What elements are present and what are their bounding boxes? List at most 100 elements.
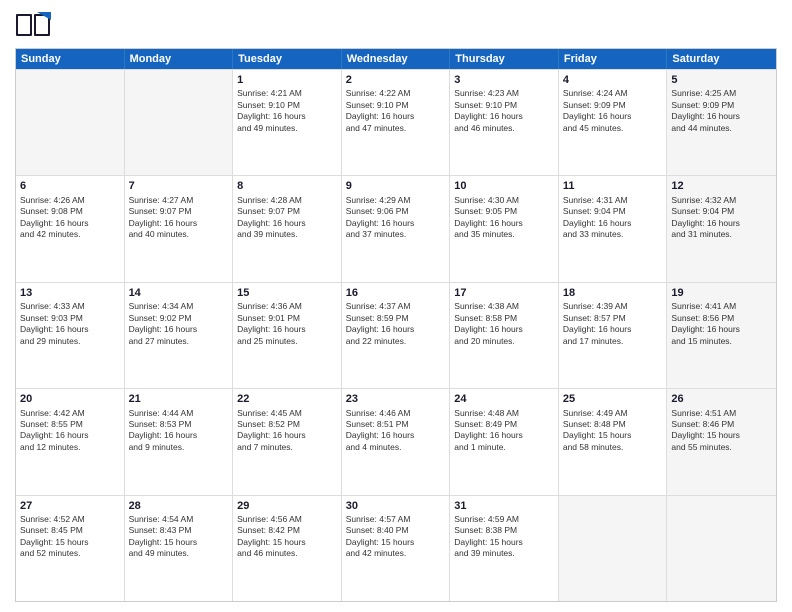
calendar-cell: 10 Sunrise: 4:30 AM Sunset: 9:05 PM Dayli… [450, 176, 559, 281]
day-info: Sunrise: 4:45 AM Sunset: 8:52 PM Dayligh… [237, 408, 337, 454]
day-info: Sunrise: 4:34 AM Sunset: 9:02 PM Dayligh… [129, 301, 229, 347]
weekday-header: Thursday [450, 49, 559, 69]
day-number: 8 [237, 179, 337, 193]
day-number: 29 [237, 499, 337, 513]
day-number: 31 [454, 499, 554, 513]
day-number: 11 [563, 179, 663, 193]
calendar-cell: 7 Sunrise: 4:27 AM Sunset: 9:07 PM Daylig… [125, 176, 234, 281]
calendar-cell: 18Sunrise: 4:39 AM Sunset: 8:57 PM Dayli… [559, 283, 668, 388]
day-number: 30 [346, 499, 446, 513]
day-info: Sunrise: 4:25 AM Sunset: 9:09 PM Dayligh… [671, 88, 772, 134]
day-number: 7 [129, 179, 229, 193]
calendar-cell: 6Sunrise: 4:26 AM Sunset: 9:08 PM Daylig… [16, 176, 125, 281]
day-number: 20 [20, 392, 120, 406]
day-info: Sunrise: 4:49 AM Sunset: 8:48 PM Dayligh… [563, 408, 663, 454]
day-number: 25 [563, 392, 663, 406]
day-info: Sunrise: 4:33 AM Sunset: 9:03 PM Dayligh… [20, 301, 120, 347]
day-number: 12 [671, 179, 772, 193]
calendar-cell: 24Sunrise: 4:48 AM Sunset: 8:49 PM Dayli… [450, 389, 559, 494]
day-info: Sunrise: 4:42 AM Sunset: 8:55 PM Dayligh… [20, 408, 120, 454]
day-number: 24 [454, 392, 554, 406]
calendar-cell: 25 Sunrise: 4:49 AM Sunset: 8:48 PM Dayli… [559, 389, 668, 494]
header [15, 10, 777, 40]
day-info: Sunrise: 4:36 AM Sunset: 9:01 PM Dayligh… [237, 301, 337, 347]
weekday-header: Tuesday [233, 49, 342, 69]
calendar-body: 1Sunrise: 4:21 AM Sunset: 9:10 PM Daylig… [16, 69, 776, 601]
logo [15, 10, 55, 40]
calendar-row: 20 Sunrise: 4:42 AM Sunset: 8:55 PM Dayli… [16, 388, 776, 494]
calendar-cell: 16Sunrise: 4:37 AM Sunset: 8:59 PM Dayli… [342, 283, 451, 388]
calendar-cell: 15Sunrise: 4:36 AM Sunset: 9:01 PM Dayli… [233, 283, 342, 388]
calendar-cell [667, 496, 776, 601]
weekday-header: Saturday [667, 49, 776, 69]
day-number: 17 [454, 286, 554, 300]
calendar-cell: 23 Sunrise: 4:46 AM Sunset: 8:51 PM Dayli… [342, 389, 451, 494]
day-info: Sunrise: 4:38 AM Sunset: 8:58 PM Dayligh… [454, 301, 554, 347]
calendar-cell: 1Sunrise: 4:21 AM Sunset: 9:10 PM Daylig… [233, 70, 342, 175]
calendar-cell: 12 Sunrise: 4:32 AM Sunset: 9:04 PM Dayli… [667, 176, 776, 281]
calendar-cell: 30Sunrise: 4:57 AM Sunset: 8:40 PM Dayli… [342, 496, 451, 601]
calendar-cell: 22 Sunrise: 4:45 AM Sunset: 8:52 PM Dayli… [233, 389, 342, 494]
day-info: Sunrise: 4:39 AM Sunset: 8:57 PM Dayligh… [563, 301, 663, 347]
calendar: SundayMondayTuesdayWednesdayThursdayFrid… [15, 48, 777, 602]
day-number: 10 [454, 179, 554, 193]
logo-icon [15, 10, 51, 40]
day-number: 18 [563, 286, 663, 300]
day-info: Sunrise: 4:30 AM Sunset: 9:05 PM Dayligh… [454, 195, 554, 241]
day-number: 14 [129, 286, 229, 300]
calendar-cell: 27Sunrise: 4:52 AM Sunset: 8:45 PM Dayli… [16, 496, 125, 601]
calendar-cell: 31Sunrise: 4:59 AM Sunset: 8:38 PM Dayli… [450, 496, 559, 601]
day-info: Sunrise: 4:29 AM Sunset: 9:06 PM Dayligh… [346, 195, 446, 241]
day-number: 27 [20, 499, 120, 513]
day-number: 6 [20, 179, 120, 193]
day-info: Sunrise: 4:37 AM Sunset: 8:59 PM Dayligh… [346, 301, 446, 347]
day-number: 2 [346, 73, 446, 87]
calendar-cell: 11 Sunrise: 4:31 AM Sunset: 9:04 PM Dayli… [559, 176, 668, 281]
calendar-cell: 4Sunrise: 4:24 AM Sunset: 9:09 PM Daylig… [559, 70, 668, 175]
day-number: 26 [671, 392, 772, 406]
day-number: 19 [671, 286, 772, 300]
calendar-cell: 17Sunrise: 4:38 AM Sunset: 8:58 PM Dayli… [450, 283, 559, 388]
day-info: Sunrise: 4:56 AM Sunset: 8:42 PM Dayligh… [237, 514, 337, 560]
day-info: Sunrise: 4:52 AM Sunset: 8:45 PM Dayligh… [20, 514, 120, 560]
day-info: Sunrise: 4:46 AM Sunset: 8:51 PM Dayligh… [346, 408, 446, 454]
calendar-header: SundayMondayTuesdayWednesdayThursdayFrid… [16, 49, 776, 69]
calendar-cell: 2Sunrise: 4:22 AM Sunset: 9:10 PM Daylig… [342, 70, 451, 175]
calendar-row: 1Sunrise: 4:21 AM Sunset: 9:10 PM Daylig… [16, 69, 776, 175]
day-number: 4 [563, 73, 663, 87]
day-number: 9 [346, 179, 446, 193]
calendar-row: 6Sunrise: 4:26 AM Sunset: 9:08 PM Daylig… [16, 175, 776, 281]
calendar-cell: 13Sunrise: 4:33 AM Sunset: 9:03 PM Dayli… [16, 283, 125, 388]
day-info: Sunrise: 4:59 AM Sunset: 8:38 PM Dayligh… [454, 514, 554, 560]
day-number: 21 [129, 392, 229, 406]
weekday-header: Wednesday [342, 49, 451, 69]
day-info: Sunrise: 4:41 AM Sunset: 8:56 PM Dayligh… [671, 301, 772, 347]
day-info: Sunrise: 4:27 AM Sunset: 9:07 PM Dayligh… [129, 195, 229, 241]
day-info: Sunrise: 4:23 AM Sunset: 9:10 PM Dayligh… [454, 88, 554, 134]
calendar-cell [16, 70, 125, 175]
day-number: 22 [237, 392, 337, 406]
weekday-header: Monday [125, 49, 234, 69]
calendar-cell [125, 70, 234, 175]
day-number: 1 [237, 73, 337, 87]
calendar-cell: 5Sunrise: 4:25 AM Sunset: 9:09 PM Daylig… [667, 70, 776, 175]
weekday-header: Sunday [16, 49, 125, 69]
calendar-cell: 8Sunrise: 4:28 AM Sunset: 9:07 PM Daylig… [233, 176, 342, 281]
day-info: Sunrise: 4:51 AM Sunset: 8:46 PM Dayligh… [671, 408, 772, 454]
calendar-cell: 21Sunrise: 4:44 AM Sunset: 8:53 PM Dayli… [125, 389, 234, 494]
day-number: 13 [20, 286, 120, 300]
day-info: Sunrise: 4:31 AM Sunset: 9:04 PM Dayligh… [563, 195, 663, 241]
day-number: 3 [454, 73, 554, 87]
day-number: 23 [346, 392, 446, 406]
calendar-cell: 29Sunrise: 4:56 AM Sunset: 8:42 PM Dayli… [233, 496, 342, 601]
calendar-cell: 14Sunrise: 4:34 AM Sunset: 9:02 PM Dayli… [125, 283, 234, 388]
calendar-cell: 3Sunrise: 4:23 AM Sunset: 9:10 PM Daylig… [450, 70, 559, 175]
day-info: Sunrise: 4:24 AM Sunset: 9:09 PM Dayligh… [563, 88, 663, 134]
day-info: Sunrise: 4:21 AM Sunset: 9:10 PM Dayligh… [237, 88, 337, 134]
calendar-cell: 20 Sunrise: 4:42 AM Sunset: 8:55 PM Dayli… [16, 389, 125, 494]
day-info: Sunrise: 4:32 AM Sunset: 9:04 PM Dayligh… [671, 195, 772, 241]
calendar-cell: 26 Sunrise: 4:51 AM Sunset: 8:46 PM Dayli… [667, 389, 776, 494]
day-number: 5 [671, 73, 772, 87]
page: SundayMondayTuesdayWednesdayThursdayFrid… [0, 0, 792, 612]
weekday-header: Friday [559, 49, 668, 69]
